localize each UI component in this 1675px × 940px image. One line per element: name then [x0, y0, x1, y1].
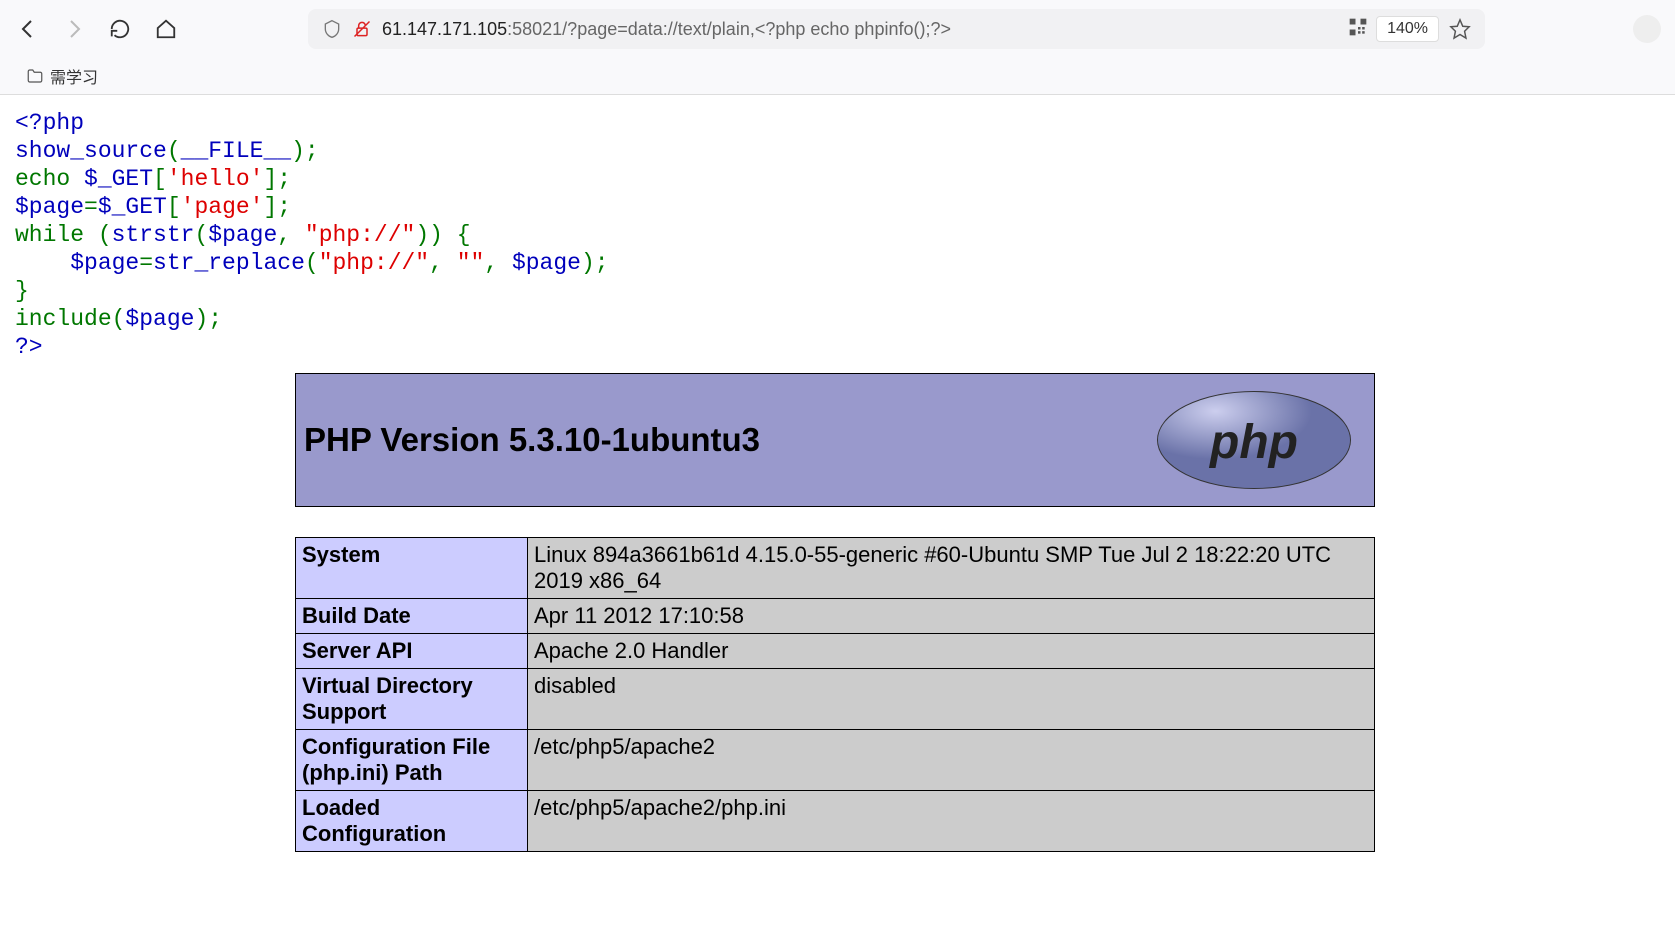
config-value: /etc/php5/apache2/php.ini: [528, 791, 1375, 852]
table-row: Loaded Configuration/etc/php5/apache2/ph…: [296, 791, 1375, 852]
bookmark-folder[interactable]: 需学习: [18, 60, 106, 92]
url-text: 61.147.171.105:58021/?page=data://text/p…: [382, 19, 1340, 40]
table-row: SystemLinux 894a3661b61d 4.15.0-55-gener…: [296, 538, 1375, 599]
svg-text:php: php: [1208, 416, 1298, 469]
config-key: Server API: [296, 634, 528, 669]
config-value: Apache 2.0 Handler: [528, 634, 1375, 669]
reload-button[interactable]: [106, 15, 134, 43]
profile-avatar[interactable]: [1633, 15, 1661, 43]
config-key: Loaded Configuration: [296, 791, 528, 852]
bookmark-star-icon[interactable]: [1449, 18, 1471, 40]
php-version-title: PHP Version 5.3.10-1ubuntu3: [304, 421, 760, 459]
bookmark-label: 需学习: [50, 64, 98, 88]
config-key: Virtual Directory Support: [296, 669, 528, 730]
config-value: Linux 894a3661b61d 4.15.0-55-generic #60…: [528, 538, 1375, 599]
config-value: disabled: [528, 669, 1375, 730]
folder-icon: [26, 67, 44, 85]
zoom-badge[interactable]: 140%: [1376, 16, 1439, 42]
table-row: Virtual Directory Supportdisabled: [296, 669, 1375, 730]
forward-button[interactable]: [60, 15, 88, 43]
toolbar: 61.147.171.105:58021/?page=data://text/p…: [0, 0, 1675, 58]
config-key: Configuration File (php.ini) Path: [296, 730, 528, 791]
table-row: Build DateApr 11 2012 17:10:58: [296, 599, 1375, 634]
phpinfo-table: SystemLinux 894a3661b61d 4.15.0-55-gener…: [295, 537, 1375, 852]
table-row: Configuration File (php.ini) Path/etc/ph…: [296, 730, 1375, 791]
table-row: Server APIApache 2.0 Handler: [296, 634, 1375, 669]
browser-chrome: 61.147.171.105:58021/?page=data://text/p…: [0, 0, 1675, 95]
insecure-lock-icon[interactable]: [352, 19, 372, 39]
url-bar[interactable]: 61.147.171.105:58021/?page=data://text/p…: [308, 9, 1485, 49]
phpinfo-header: PHP Version 5.3.10-1ubuntu3 php: [295, 373, 1375, 507]
bookmarks-bar: 需学习: [0, 58, 1675, 94]
phpinfo-panel: PHP Version 5.3.10-1ubuntu3 php SystemLi…: [295, 373, 1375, 852]
qr-icon[interactable]: [1348, 17, 1368, 42]
page-content: <?php show_source(__FILE__); echo $_GET[…: [0, 95, 1675, 866]
config-value: Apr 11 2012 17:10:58: [528, 599, 1375, 634]
home-button[interactable]: [152, 15, 180, 43]
config-key: Build Date: [296, 599, 528, 634]
shield-icon[interactable]: [322, 19, 342, 39]
config-value: /etc/php5/apache2: [528, 730, 1375, 791]
php-logo: php: [1150, 390, 1358, 490]
config-key: System: [296, 538, 528, 599]
back-button[interactable]: [14, 15, 42, 43]
php-source-code: <?php show_source(__FILE__); echo $_GET[…: [15, 109, 1660, 361]
